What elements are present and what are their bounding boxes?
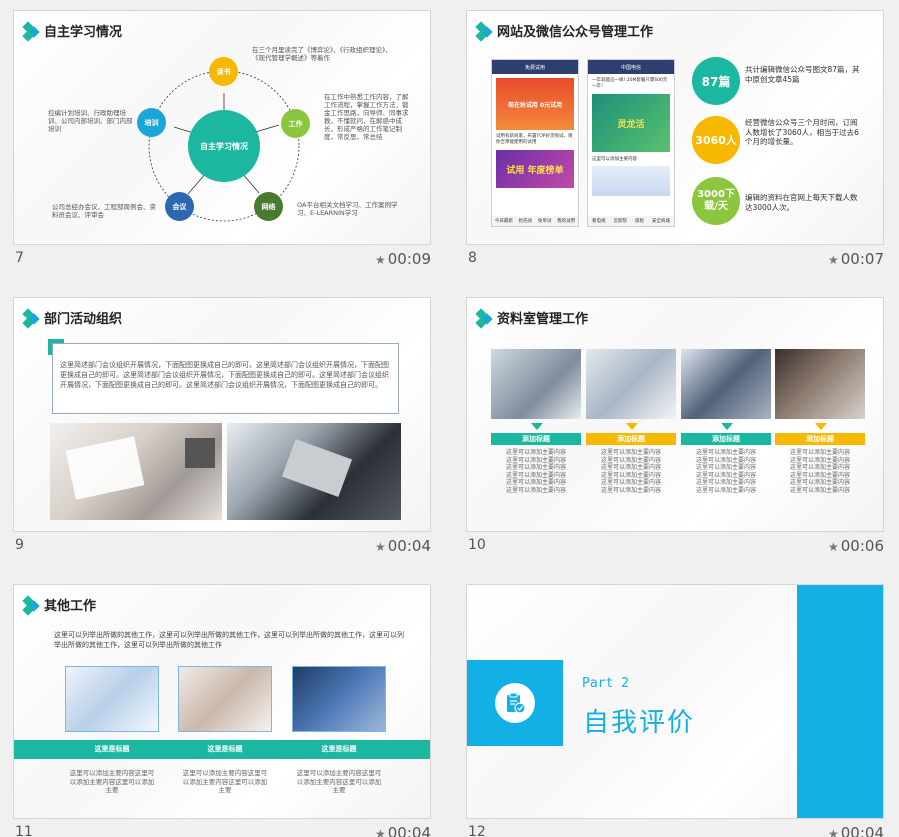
card-text: 这里可以添加主要内容 这里可以添加主要内容 这里可以添加主要内容 这里可以添加主要内容… [695, 449, 756, 494]
slide-title: 部门活动组织 [22, 307, 122, 329]
slide-thumbnail-9[interactable]: 部门活动组织 这里简述部门会议组织开展情况，下面配图更换成自己的即可。这里简述部… [13, 297, 431, 555]
node-training: 培训 [137, 108, 166, 137]
slide-timing: ★ 00:07 [828, 250, 884, 268]
transition-star-icon: ★ [828, 540, 839, 554]
intro-text: 这里可以列举出所做的其他工作，这里可以列举出所做的其他工作，这里可以列举出所做的… [54, 631, 404, 649]
info-card-2: 添加标题 这里可以添加主要内容 这里可以添加主要内容 这里可以添加主要内容 这里可以添… [586, 349, 676, 494]
diamond-logo-icon [22, 594, 40, 616]
phone-screenshot-1: 免费试用 现在抢试用 0元试用 试用有新商家，布置TOP好货购试，限你吉帝能使用… [491, 59, 579, 227]
meeting-photo-1 [50, 423, 222, 520]
transition-star-icon: ★ [375, 827, 386, 837]
slide-meta: 8 ★ 00:07 [466, 245, 884, 268]
diamond-logo-icon [22, 307, 40, 329]
work-photo-2 [178, 666, 272, 732]
slide-timing: ★ 00:04 [375, 537, 431, 555]
diamond-logo-icon [475, 307, 493, 329]
slide-title: 网站及微信公众号管理工作 [475, 20, 653, 42]
slide-timing: ★ 00:04 [828, 824, 884, 837]
slide-thumbnail-7[interactable]: 自主学习情况 自主学习情况 读书 工作 网络 会议 培训 在三个月里读完了《博弈… [13, 10, 431, 268]
card-text: 这里可以添加主要内容 这里可以添加主要内容 这里可以添加主要内容 这里可以添加主要内容… [505, 449, 566, 494]
work-text: 在工作中熟悉工作内容，了解工作流程，掌握工作方法，锻金工作思路，向导师、同事求教… [324, 93, 409, 141]
work-photo-1 [65, 666, 159, 732]
slide-title: 资料室管理工作 [475, 307, 588, 329]
transition-star-icon: ★ [828, 827, 839, 837]
slide-12[interactable]: Part 2 自我评价 [466, 584, 884, 819]
slide-number: 7 [15, 250, 24, 266]
part-label: Part 2 [582, 676, 629, 691]
card-text: 这里可以添加主要内容 这里可以添加主要内容 这里可以添加主要内容 这里可以添加主要内容… [789, 449, 850, 494]
work-photo-3 [292, 666, 386, 732]
stat-text-2: 经营微信公众号三个月时间，订阅人数增长了3060人，相当于过去6个月的增长量。 [745, 118, 859, 146]
slide-number: 12 [468, 824, 486, 837]
slide-11[interactable]: 其他工作 这里可以列举出所做的其他工作，这里可以列举出所做的其他工作，这里可以列… [13, 584, 431, 819]
slide-meta: 12 ★ 00:04 [466, 819, 884, 837]
icon-block [467, 660, 563, 746]
slide-thumbnail-12[interactable]: Part 2 自我评价 12 ★ 00:04 [466, 584, 884, 837]
slide-thumbnail-11[interactable]: 其他工作 这里可以列举出所做的其他工作，这里可以列举出所做的其他工作，这里可以列… [13, 584, 431, 837]
slide-timing: ★ 00:04 [375, 824, 431, 837]
slide-meta: 11 ★ 00:04 [13, 819, 431, 837]
slide-10[interactable]: 资料室管理工作 添加标题 这里可以添加主要内容 这里可以添加主要内容 这里可以添加主… [466, 297, 884, 532]
magazine-banner: 灵龙活 [592, 94, 670, 152]
slide-title: 其他工作 [22, 594, 96, 616]
network-text: OA平台相关文档学习、工作案例学习、E-LEARNIN学习 [297, 201, 398, 217]
slide-timing: ★ 00:09 [375, 250, 431, 268]
right-band [797, 585, 883, 818]
slide-8[interactable]: 网站及微信公众号管理工作 免费试用 现在抢试用 0元试用 试用有新商家，布置TO… [466, 10, 884, 245]
card-photo [586, 349, 676, 419]
info-card-1: 添加标题 这里可以添加主要内容 这里可以添加主要内容 这里可以添加主要内容 这里可以添… [491, 349, 581, 494]
slide-meta: 10 ★ 00:06 [466, 532, 884, 555]
stat-circle-3: 3000下载/天 [692, 177, 740, 225]
card-text: 这里可以添加主要内容 这里可以添加主要内容 这里可以添加主要内容 这里可以添加主要内容… [600, 449, 661, 494]
clipboard-check-icon [495, 683, 535, 723]
stat-text-1: 共计编辑微信公众号图文87篇，其中原创文章45篇 [745, 65, 860, 84]
slide-number: 8 [468, 250, 477, 266]
training-text: 控编计划培训、行政助理培训、公司内部培训、部门内部培训 [48, 109, 133, 133]
slide-number: 9 [15, 537, 24, 553]
phone-screenshot-2: 中国电信 一年就能这一样! 20M套餐只需600元一年！ 灵龙活 这里可以添加主… [587, 59, 675, 227]
body-text: 这里简述部门会议组织开展情况，下面配图更换成自己的即可。这里简述部门会议组织开展… [60, 361, 389, 389]
meeting-photo-2 [227, 423, 401, 520]
slide-9[interactable]: 部门活动组织 这里简述部门会议组织开展情况，下面配图更换成自己的即可。这里简述部… [13, 297, 431, 532]
stat-circle-1: 87篇 [692, 57, 740, 105]
section-title: 自我评价 [583, 708, 696, 738]
slide-meta: 9 ★ 00:04 [13, 532, 431, 555]
card-photo [491, 349, 581, 419]
transition-star-icon: ★ [375, 540, 386, 554]
transition-star-icon: ★ [375, 253, 386, 267]
slide-sorter-grid: 自主学习情况 自主学习情况 读书 工作 网络 会议 培训 在三个月里读完了《博弈… [0, 0, 899, 837]
node-meeting: 会议 [165, 192, 194, 221]
stat-text-3: 编辑的资料在官网上每天下载人数达3000人次。 [745, 193, 858, 212]
slide-number: 10 [468, 537, 486, 553]
slide-timing: ★ 00:06 [828, 537, 884, 555]
ad-banner: 现在抢试用 0元试用 [496, 78, 574, 130]
phone-tabs: 今日最新 抢先试 免单试 我的试用 [492, 216, 578, 226]
center-node: 自主学习情况 [188, 110, 260, 182]
info-card-3: 添加标题 这里可以添加主要内容 这里可以添加主要内容 这里可以添加主要内容 这里可以添… [681, 349, 771, 494]
card-photo [775, 349, 865, 419]
transition-star-icon: ★ [828, 253, 839, 267]
node-network: 网络 [254, 192, 283, 221]
stat-circle-2: 3060人 [692, 116, 740, 164]
slide-meta: 7 ★ 00:09 [13, 245, 431, 268]
slide-number: 11 [15, 824, 33, 837]
phone-tabs: 看电视 云影院 旅程 安全商城 [588, 216, 674, 226]
node-work: 工作 [281, 109, 310, 138]
slide-thumbnail-8[interactable]: 网站及微信公众号管理工作 免费试用 现在抢试用 0元试用 试用有新商家，布置TO… [466, 10, 884, 268]
info-card-4: 添加标题 这里可以添加主要内容 这里可以添加主要内容 这里可以添加主要内容 这里可以添… [775, 349, 865, 494]
slide-7[interactable]: 自主学习情况 自主学习情况 读书 工作 网络 会议 培训 在三个月里读完了《博弈… [13, 10, 431, 245]
promo-banner: 试用 年度榜单 [496, 150, 574, 188]
node-reading: 读书 [209, 57, 238, 86]
diamond-logo-icon [475, 20, 493, 42]
meeting-text: 公司总经办会议、工程部周例会、资料员会议、评审会 [52, 203, 156, 219]
reading-text: 在三个月里读完了《博弈论》、《行政组织理论》、《现代管理学概述》等着作 [252, 46, 392, 62]
slide-thumbnail-10[interactable]: 资料室管理工作 添加标题 这里可以添加主要内容 这里可以添加主要内容 这里可以添加主… [466, 297, 884, 555]
card-photo [681, 349, 771, 419]
